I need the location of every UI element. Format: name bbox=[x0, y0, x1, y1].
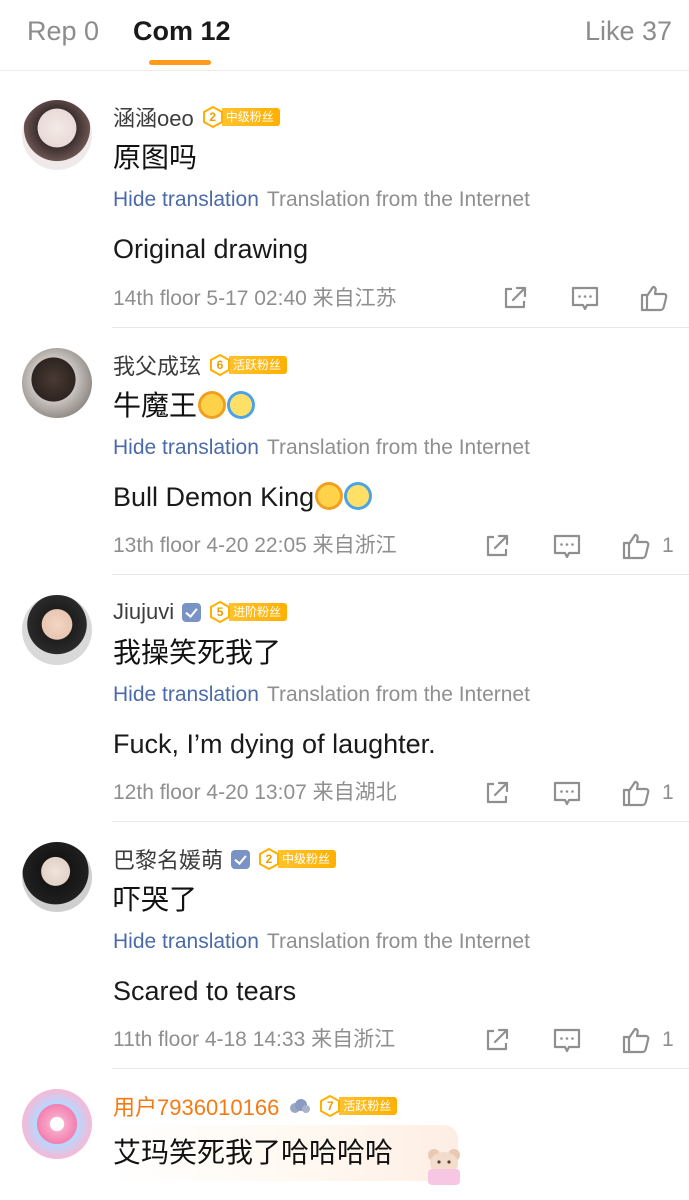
avatar[interactable] bbox=[22, 842, 92, 912]
comment-text: 牛魔王 bbox=[113, 390, 198, 421]
like-icon[interactable] bbox=[636, 280, 672, 316]
badge-level: 5 bbox=[216, 605, 224, 619]
badge-label: 中级粉丝 bbox=[278, 850, 337, 868]
comment-meta: 13th floor 4-20 22:05 来自浙江 bbox=[113, 534, 397, 557]
badge-level: 7 bbox=[327, 1099, 334, 1113]
tab-comments[interactable]: Com 12 bbox=[133, 14, 231, 48]
fan-badge: 7 活跃粉丝 bbox=[319, 1095, 398, 1117]
badge-label: 中级粉丝 bbox=[221, 108, 280, 126]
bear-sticker-icon bbox=[428, 1149, 460, 1185]
comment-item: 涵涵oeo 2 中级粉丝 原图吗 Hide translation Transla… bbox=[0, 100, 689, 328]
tab-reposts[interactable]: Rep 0 bbox=[27, 14, 99, 48]
avatar[interactable] bbox=[22, 100, 92, 170]
like-icon[interactable] bbox=[618, 775, 654, 811]
badge-level: 2 bbox=[265, 852, 273, 866]
fan-badge: 2 中级粉丝 bbox=[258, 848, 337, 870]
like-icon[interactable] bbox=[618, 1022, 654, 1058]
share-icon[interactable] bbox=[497, 280, 533, 316]
hide-translation-link[interactable]: Hide translation bbox=[113, 188, 259, 211]
comment-text: 吓哭了 bbox=[113, 884, 198, 915]
comment-text: 我操笑死我了 bbox=[113, 637, 282, 668]
comment-text: 艾玛笑死我了哈哈哈哈 bbox=[113, 1137, 394, 1168]
translated-text: Fuck, I’m dying of laughter. bbox=[113, 729, 436, 759]
cloud-icon bbox=[287, 1098, 311, 1114]
username[interactable]: 巴黎名媛萌 bbox=[113, 843, 223, 875]
laughing-emoji-icon bbox=[344, 482, 373, 510]
comment-meta: 12th floor 4-20 13:07 来自湖北 bbox=[113, 781, 397, 804]
hide-translation-link[interactable]: Hide translation bbox=[113, 436, 259, 459]
crying-emoji-icon bbox=[198, 391, 227, 419]
avatar[interactable] bbox=[22, 1089, 92, 1159]
comment-item: 巴黎名媛萌 2 中级粉丝 吓哭了 Hide translation Transla… bbox=[0, 842, 689, 1069]
comment-meta: 14th floor 5-17 02:40 来自江苏 bbox=[113, 287, 397, 310]
divider bbox=[112, 821, 689, 822]
badge-level: 2 bbox=[209, 110, 217, 124]
verified-icon bbox=[231, 849, 251, 869]
badge-level: 6 bbox=[216, 358, 224, 372]
translated-text: Original drawing bbox=[113, 234, 309, 264]
comment-icon[interactable] bbox=[549, 1022, 585, 1058]
translation-source: Translation from the Internet bbox=[266, 683, 530, 706]
comment-meta: 11th floor 4-18 14:33 来自浙江 bbox=[113, 1028, 396, 1051]
username[interactable]: Jiujuvi bbox=[113, 599, 174, 625]
badge-label: 活跃粉丝 bbox=[229, 356, 288, 374]
level-badge-icon: 2 bbox=[258, 848, 280, 870]
fan-badge: 5 进阶粉丝 bbox=[209, 601, 288, 623]
avatar[interactable] bbox=[22, 348, 92, 418]
avatar[interactable] bbox=[22, 595, 92, 665]
comment-item: 用户7936010166 7 活跃粉丝 艾玛笑死我了哈哈哈哈 bbox=[0, 1089, 689, 1200]
comment-tabs: Rep 0 Com 12 Like 37 bbox=[0, 0, 689, 71]
username[interactable]: 我父成玹 bbox=[113, 349, 201, 381]
tab-likes[interactable]: Like 37 bbox=[585, 14, 672, 48]
divider bbox=[112, 1068, 689, 1069]
level-badge-icon: 7 bbox=[319, 1095, 341, 1117]
level-badge-icon: 2 bbox=[202, 106, 224, 128]
active-tab-indicator bbox=[149, 60, 211, 65]
divider bbox=[112, 327, 689, 328]
username[interactable]: 涵涵oeo bbox=[113, 101, 194, 133]
divider bbox=[112, 574, 689, 575]
comment-text: 原图吗 bbox=[113, 142, 198, 173]
share-icon[interactable] bbox=[479, 1022, 515, 1058]
comment-icon[interactable] bbox=[549, 775, 585, 811]
verified-icon bbox=[182, 602, 202, 622]
badge-label: 进阶粉丝 bbox=[229, 603, 288, 621]
fan-badge: 6 活跃粉丝 bbox=[209, 354, 288, 376]
translated-text: Scared to tears bbox=[113, 976, 297, 1006]
like-icon[interactable] bbox=[618, 528, 654, 564]
comment-icon[interactable] bbox=[549, 528, 585, 564]
like-count: 1 bbox=[662, 1028, 674, 1051]
level-badge-icon: 6 bbox=[209, 354, 231, 376]
share-icon[interactable] bbox=[479, 528, 515, 564]
like-count: 1 bbox=[662, 781, 674, 804]
fan-badge: 2 中级粉丝 bbox=[202, 106, 280, 128]
translation-source: Translation from the Internet bbox=[266, 188, 530, 211]
translation-source: Translation from the Internet bbox=[266, 930, 530, 953]
translation-source: Translation from the Internet bbox=[266, 436, 530, 459]
username[interactable]: 用户7936010166 bbox=[113, 1090, 279, 1122]
hide-translation-link[interactable]: Hide translation bbox=[113, 930, 259, 953]
like-count: 1 bbox=[662, 534, 674, 557]
comment-icon[interactable] bbox=[567, 280, 603, 316]
badge-label: 活跃粉丝 bbox=[339, 1097, 398, 1115]
comment-item: Jiujuvi 5 进阶粉丝 我操笑死我了 Hide translation Tr… bbox=[0, 595, 689, 822]
level-badge-icon: 5 bbox=[209, 601, 231, 623]
hide-translation-link[interactable]: Hide translation bbox=[113, 683, 259, 706]
comment-item: 我父成玹 6 活跃粉丝 牛魔王 Hide translation Translat… bbox=[0, 348, 689, 575]
crying-emoji-icon bbox=[315, 482, 344, 510]
translated-text: Bull Demon King bbox=[113, 482, 315, 512]
laughing-emoji-icon bbox=[227, 391, 256, 419]
share-icon[interactable] bbox=[479, 775, 515, 811]
